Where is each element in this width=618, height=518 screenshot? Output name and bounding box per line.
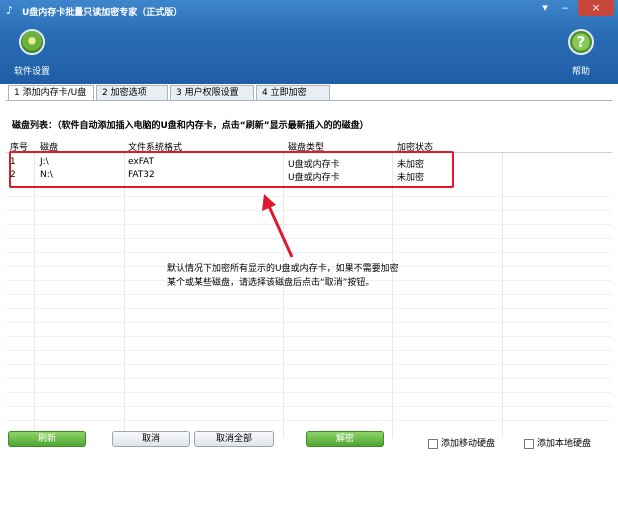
- tab-add-disk[interactable]: 1 添加内存卡/U盘: [8, 85, 94, 101]
- tab-encrypt-options[interactable]: 2 加密选项: [96, 85, 168, 100]
- close-button[interactable]: ×: [578, 0, 614, 16]
- gear-icon: [19, 29, 45, 55]
- decrypt-button[interactable]: 解密: [306, 431, 384, 447]
- annotation-note-line: 默认情况下加密所有显示的U盘或内存卡，如果不需要加密: [167, 264, 399, 274]
- add-local-disk-label: 添加本地硬盘: [537, 439, 592, 449]
- header-bar: ♪ U盘内存卡批量只读加密专家（正式版） ▾ ‒ × 软件设置 ? 帮助: [0, 0, 618, 84]
- maximize-button[interactable]: ‒: [556, 0, 574, 16]
- add-local-disk-checkbox[interactable]: 添加本地硬盘: [524, 436, 591, 449]
- cancel-all-button[interactable]: 取消全部: [194, 431, 274, 447]
- window-title: U盘内存卡批量只读加密专家（正式版）: [22, 8, 183, 18]
- refresh-button[interactable]: 刷新: [8, 431, 86, 447]
- tab-encrypt-now[interactable]: 4 立即加密: [256, 85, 330, 100]
- settings-button[interactable]: 软件设置: [12, 29, 52, 77]
- add-removable-disk-label: 添加移动硬盘: [441, 439, 496, 449]
- help-button[interactable]: ? 帮助: [565, 29, 597, 77]
- tab-user-permissions[interactable]: 3 用户权限设置: [170, 85, 254, 100]
- title-bar: ♪ U盘内存卡批量只读加密专家（正式版） ▾ ‒ ×: [0, 0, 618, 22]
- tab-panel: 磁盘列表：（软件自动添加插入电脑的U盘和内存卡，点击“刷新”显示最新插入的的磁盘…: [6, 100, 612, 445]
- help-label: 帮助: [571, 67, 590, 77]
- annotation-note-line: 某个或某些磁盘，请选择该磁盘后点击“取消”按钮。: [167, 278, 375, 288]
- add-removable-disk-checkbox[interactable]: 添加移动硬盘: [428, 436, 495, 449]
- settings-label: 软件设置: [13, 67, 50, 77]
- cancel-button[interactable]: 取消: [112, 431, 190, 447]
- app-window: ♪ U盘内存卡批量只读加密专家（正式版） ▾ ‒ × 软件设置 ? 帮助 1 添…: [0, 0, 618, 449]
- app-logo-icon: ♪: [6, 4, 14, 17]
- annotation-note: 默认情况下加密所有显示的U盘或内存卡，如果不需要加密 某个或某些磁盘，请选择该磁…: [167, 262, 427, 290]
- minimize-button[interactable]: ▾: [536, 0, 554, 16]
- help-icon: ?: [568, 29, 594, 55]
